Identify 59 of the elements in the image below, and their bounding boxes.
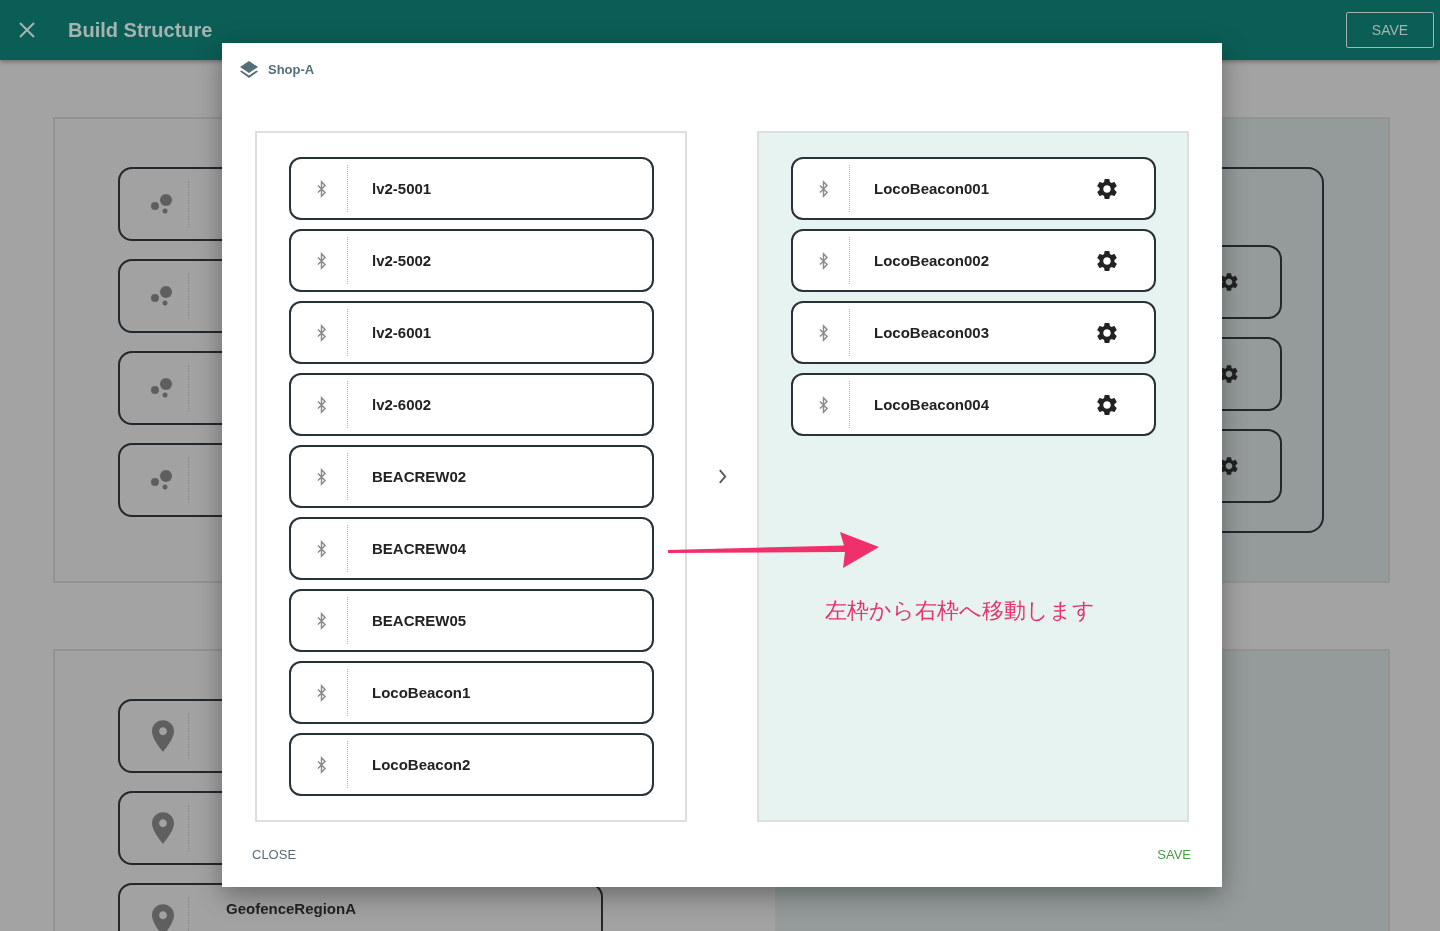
bluetooth-icon: [818, 251, 829, 270]
beacon-item[interactable]: BEACREW04: [289, 517, 654, 580]
beacon-name: BEACREW02: [372, 468, 468, 485]
beacon-item[interactable]: LocoBeacon2: [289, 733, 654, 796]
beacon-item[interactable]: LocoBeacon004: [791, 373, 1156, 436]
beacon-name: lv2-6002: [372, 396, 433, 413]
annotation-text: 左枠から右枠へ移動します: [825, 597, 1095, 625]
beacon-item[interactable]: LocoBeacon002: [791, 229, 1156, 292]
beacon-name: LocoBeacon002: [874, 252, 991, 269]
beacon-name: LocoBeacon004: [874, 396, 991, 413]
close-button[interactable]: CLOSE: [252, 847, 297, 862]
dots-icon: [150, 286, 174, 306]
beacon-item[interactable]: lv2-6001: [289, 301, 654, 364]
bluetooth-icon: [818, 395, 829, 414]
gear-icon[interactable]: [1097, 322, 1117, 343]
pin-icon: [152, 904, 174, 931]
gear-icon[interactable]: [1097, 250, 1117, 271]
bluetooth-icon: [316, 179, 327, 198]
bluetooth-icon: [316, 251, 327, 270]
save-button[interactable]: SAVE: [1346, 12, 1434, 48]
beacon-name: lv2-5002: [372, 252, 433, 269]
beacon-name: BEACREW05: [372, 612, 468, 629]
bluetooth-icon: [316, 467, 327, 486]
bluetooth-icon: [316, 539, 327, 558]
bluetooth-icon: [316, 611, 327, 630]
beacon-name: LocoBeacon2: [372, 756, 472, 773]
layers-icon: [239, 60, 259, 80]
gear-icon[interactable]: [1097, 394, 1117, 415]
pin-icon: [152, 812, 174, 844]
bluetooth-icon: [818, 323, 829, 342]
beacon-item[interactable]: LocoBeacon001: [791, 157, 1156, 220]
dialog-title: Shop-A: [268, 61, 315, 79]
beacon-name: LocoBeacon1: [372, 684, 472, 701]
beacon-item[interactable]: BEACREW05: [289, 589, 654, 652]
bluetooth-icon: [316, 683, 327, 702]
close-icon[interactable]: [19, 22, 35, 38]
beacon-name: BEACREW04: [372, 540, 468, 557]
chevron-right-icon[interactable]: [717, 469, 727, 484]
bluetooth-icon: [316, 755, 327, 774]
beacon-name: LocoBeacon001: [874, 180, 991, 197]
app-title: Build Structure: [68, 18, 214, 42]
dots-icon: [150, 470, 174, 490]
bluetooth-icon: [818, 179, 829, 198]
beacon-name: lv2-5001: [372, 180, 433, 197]
beacon-name: LocoBeacon003: [874, 324, 991, 341]
beacon-item[interactable]: LocoBeacon003: [791, 301, 1156, 364]
gear-icon[interactable]: [1097, 178, 1117, 199]
pin-icon: [152, 720, 174, 752]
beacon-item[interactable]: lv2-6002: [289, 373, 654, 436]
beacon-item[interactable]: LocoBeacon1: [289, 661, 654, 724]
beacon-item[interactable]: lv2-5001: [289, 157, 654, 220]
dots-icon: [150, 194, 174, 214]
beacon-item[interactable]: lv2-5002: [289, 229, 654, 292]
dots-icon: [150, 378, 174, 398]
geofence-name: GeofenceRegionA: [226, 900, 357, 917]
beacon-name: lv2-6001: [372, 324, 433, 341]
beacon-item[interactable]: BEACREW02: [289, 445, 654, 508]
bluetooth-icon: [316, 395, 327, 414]
bluetooth-icon: [316, 323, 327, 342]
